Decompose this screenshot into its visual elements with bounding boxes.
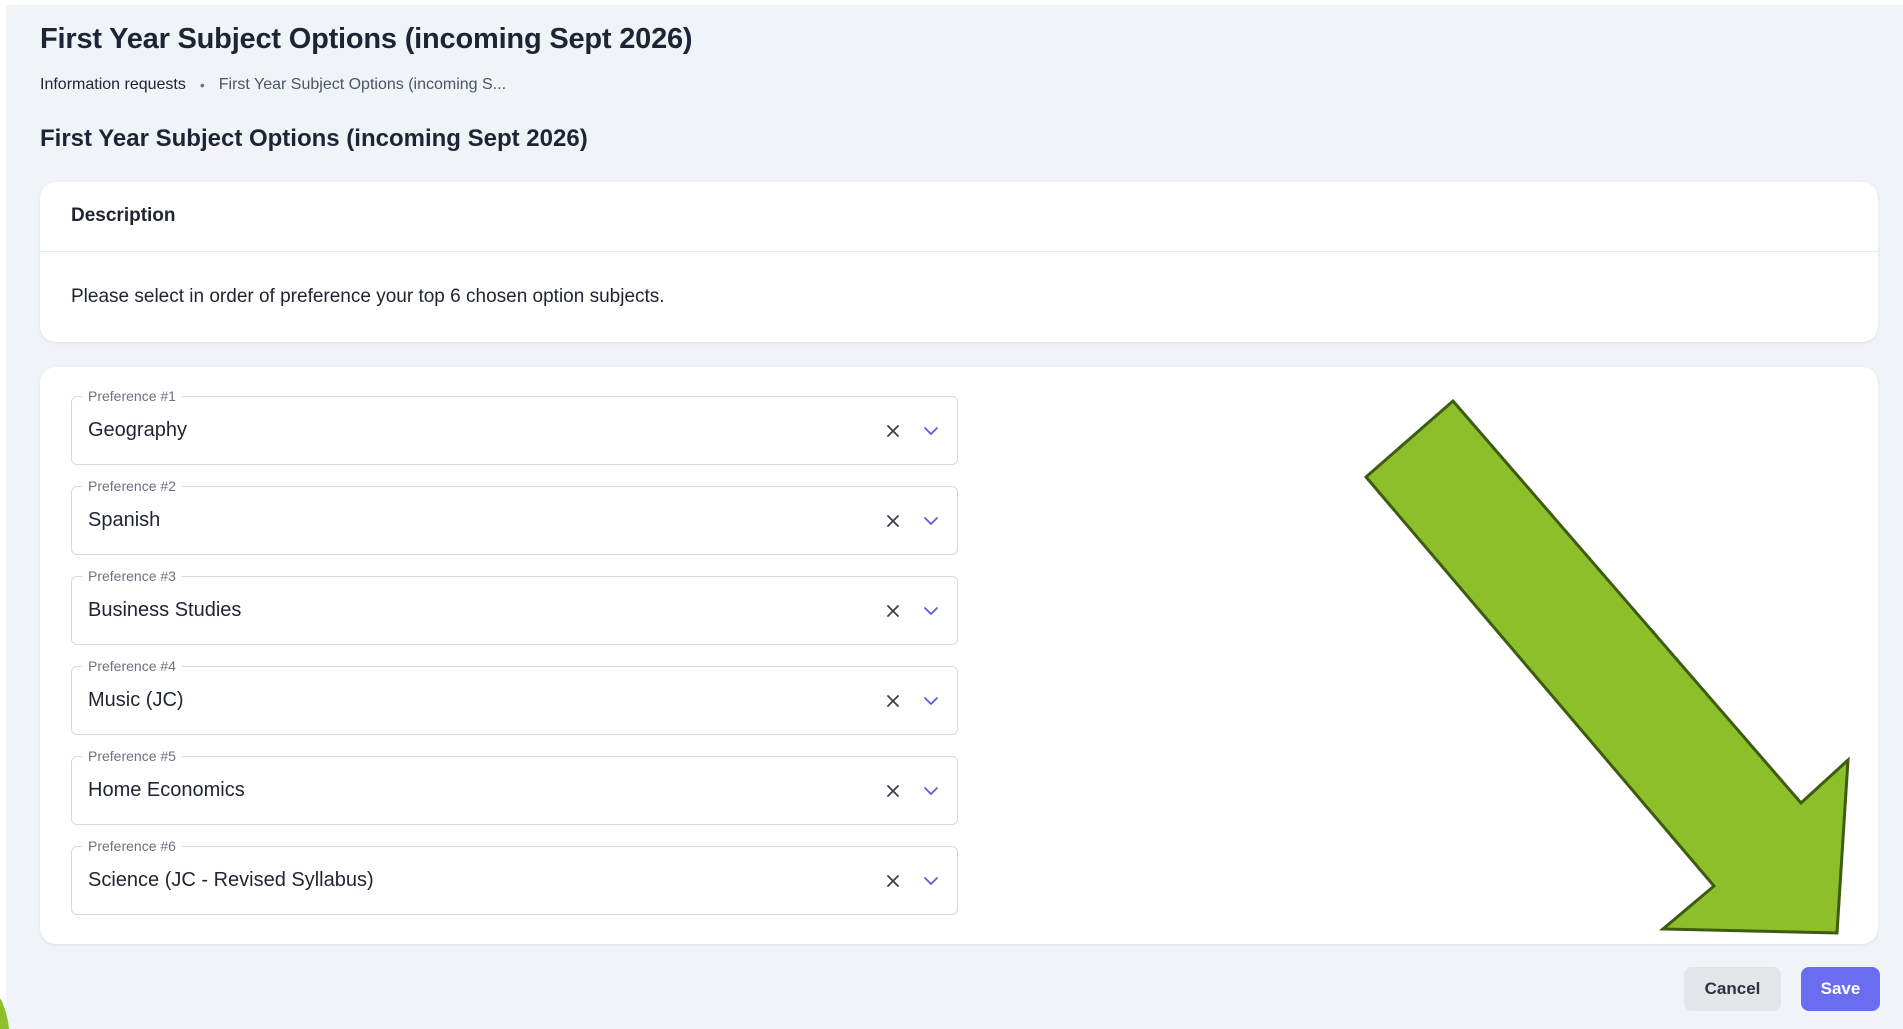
- close-icon[interactable]: [881, 779, 905, 803]
- preference-label: Preference #6: [82, 837, 182, 855]
- preference-select-1[interactable]: Preference #1 Geography: [71, 387, 958, 465]
- chevron-down-icon[interactable]: [919, 599, 943, 623]
- app-page: First Year Subject Options (incoming Sep…: [6, 5, 1903, 1029]
- page-title: First Year Subject Options (incoming Sep…: [40, 23, 693, 55]
- preference-select-4[interactable]: Preference #4 Music (JC): [71, 657, 958, 735]
- description-card: Description Please select in order of pr…: [40, 182, 1878, 342]
- breadcrumb-current: First Year Subject Options (incoming S..…: [218, 76, 507, 93]
- preference-value: Science (JC - Revised Syllabus): [88, 869, 374, 891]
- close-icon[interactable]: [881, 509, 905, 533]
- preference-label: Preference #4: [82, 657, 182, 675]
- preferences-card: Preference #1 Geography Preference #2 Spani…: [40, 367, 1878, 944]
- preference-select-2[interactable]: Preference #2 Spanish: [71, 477, 958, 555]
- save-button[interactable]: Save: [1801, 967, 1880, 1011]
- close-icon[interactable]: [881, 869, 905, 893]
- preference-value: Home Economics: [88, 779, 245, 801]
- preference-value: Spanish: [88, 509, 161, 531]
- preference-select-3[interactable]: Preference #3 Business Studies: [71, 567, 958, 645]
- close-icon[interactable]: [881, 599, 905, 623]
- preference-label: Preference #5: [82, 747, 182, 765]
- form-title: First Year Subject Options (incoming Sep…: [40, 125, 588, 152]
- breadcrumb-separator: •: [199, 77, 205, 93]
- chevron-down-icon[interactable]: [919, 869, 943, 893]
- close-icon[interactable]: [881, 689, 905, 713]
- preference-value: Music (JC): [88, 689, 184, 711]
- chevron-down-icon[interactable]: [919, 419, 943, 443]
- chevron-down-icon[interactable]: [919, 509, 943, 533]
- description-text: Please select in order of preference you…: [71, 286, 665, 307]
- preference-label: Preference #2: [82, 477, 182, 495]
- preference-value: Business Studies: [88, 599, 242, 621]
- preference-label: Preference #1: [82, 387, 182, 405]
- chevron-down-icon[interactable]: [919, 689, 943, 713]
- preference-select-5[interactable]: Preference #5 Home Economics: [71, 747, 958, 825]
- breadcrumb-link-information-requests[interactable]: Information requests: [40, 76, 186, 94]
- chevron-down-icon[interactable]: [919, 779, 943, 803]
- preference-select-6[interactable]: Preference #6 Science (JC - Revised Sylla…: [71, 837, 958, 915]
- close-icon[interactable]: [881, 419, 905, 443]
- description-heading: Description: [40, 182, 1878, 252]
- preference-value: Geography: [88, 419, 187, 441]
- breadcrumb: Information requests • First Year Subjec…: [40, 76, 506, 94]
- preference-label: Preference #3: [82, 567, 182, 585]
- cancel-button[interactable]: Cancel: [1684, 967, 1781, 1011]
